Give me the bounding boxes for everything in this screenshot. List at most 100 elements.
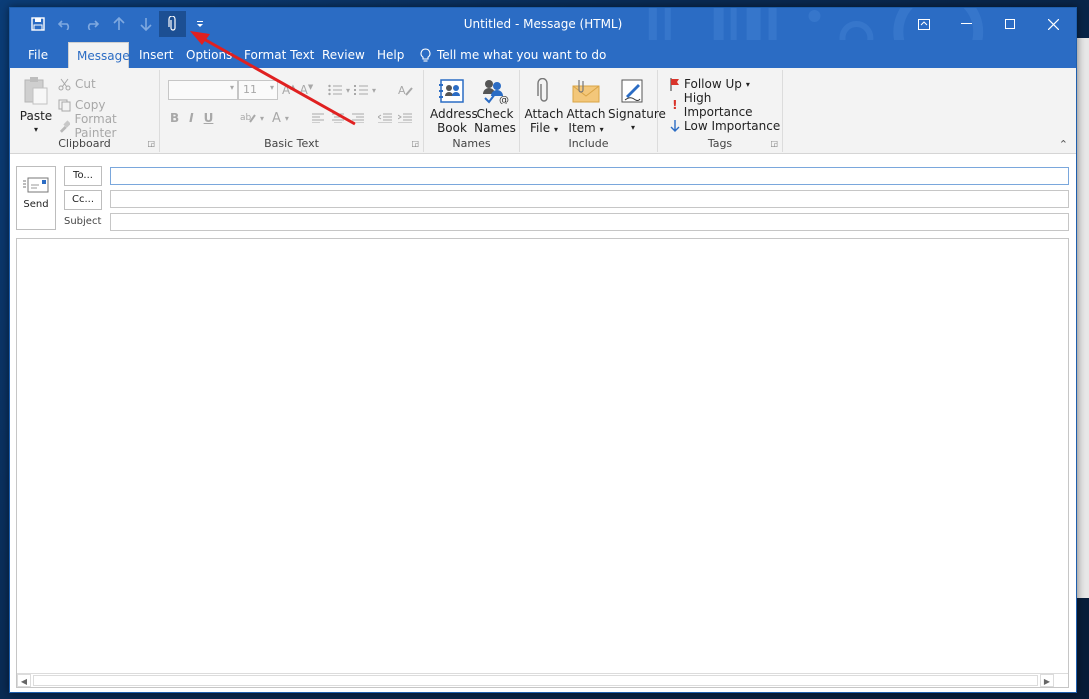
- tab-help[interactable]: Help: [369, 42, 412, 68]
- ribbon-tabs: File Message Insert Options Format Text …: [10, 40, 1076, 68]
- cc-input[interactable]: [111, 191, 1068, 207]
- indent-buttons: [378, 108, 412, 128]
- to-input[interactable]: [111, 168, 1068, 184]
- check-names-icon: @: [483, 80, 509, 104]
- attach-file-label-2: File: [530, 121, 551, 135]
- high-importance-button[interactable]: ! High Importance: [670, 91, 782, 119]
- up-arrow-icon[interactable]: [105, 11, 132, 37]
- ribbon-display-options-icon[interactable]: [902, 8, 945, 40]
- scrollbar-track[interactable]: [33, 675, 1038, 686]
- message-body[interactable]: ◀ ▶: [16, 238, 1069, 688]
- low-importance-label: Low Importance: [684, 119, 781, 133]
- exclamation-icon: !: [672, 98, 678, 112]
- font-color-icon: A: [272, 110, 281, 126]
- outlook-message-window: Untitled - Message (HTML) File Message I…: [9, 7, 1077, 693]
- minimize-icon[interactable]: [945, 8, 988, 40]
- down-arrow-icon[interactable]: [132, 11, 159, 37]
- clipboard-group-label: Clipboard: [58, 137, 111, 150]
- tab-options[interactable]: Options: [178, 42, 240, 68]
- decrease-indent-icon[interactable]: [378, 113, 392, 123]
- scroll-left-icon[interactable]: ◀: [17, 674, 31, 687]
- paste-label: Paste: [19, 109, 53, 123]
- basic-text-dialog-launcher-icon[interactable]: ◲: [411, 139, 419, 148]
- attach-file-button[interactable]: Attach File ▾: [524, 78, 564, 137]
- attach-file-label-1: Attach: [524, 107, 564, 121]
- font-name-caret: ▾: [229, 83, 234, 92]
- underline-button[interactable]: U: [204, 111, 214, 125]
- tab-review[interactable]: Review: [314, 42, 373, 68]
- basic-text-group-label: Basic Text: [264, 137, 319, 150]
- paste-icon: [24, 77, 48, 105]
- subject-input[interactable]: [111, 214, 1068, 230]
- lightbulb-icon: [420, 47, 431, 62]
- customize-icon[interactable]: [186, 11, 213, 37]
- font-size-box[interactable]: 11 ▾: [238, 80, 278, 100]
- cc-field[interactable]: [110, 190, 1069, 208]
- signature-button[interactable]: Signature ▾: [608, 78, 666, 135]
- highlighter-icon: ab: [240, 113, 256, 123]
- names-group: Address Book @ Check Names Names: [424, 70, 520, 152]
- cc-button[interactable]: Cc...: [64, 190, 102, 210]
- align-center-icon[interactable]: [332, 113, 344, 123]
- highlight-button[interactable]: ab ▾: [240, 108, 264, 128]
- background-window-edge: [1077, 38, 1089, 598]
- clear-formatting-icon[interactable]: A: [398, 80, 414, 100]
- align-left-icon[interactable]: [312, 113, 324, 123]
- attach-item-button[interactable]: Attach Item ▾: [564, 78, 608, 137]
- follow-up-label: Follow Up: [684, 77, 742, 91]
- save-icon[interactable]: [24, 11, 51, 37]
- svg-text:@: @: [499, 95, 509, 104]
- quick-access-toolbar: [24, 8, 213, 40]
- tell-me-box[interactable]: Tell me what you want to do: [420, 42, 606, 68]
- tags-dialog-launcher-icon[interactable]: ◲: [770, 139, 778, 148]
- collapse-ribbon-icon[interactable]: ⌃: [1059, 138, 1068, 151]
- font-size-value: 11: [243, 83, 257, 96]
- maximize-icon[interactable]: [988, 8, 1031, 40]
- redo-icon[interactable]: [78, 11, 105, 37]
- alignment-buttons: [312, 108, 364, 128]
- shrink-font-icon: A▼: [299, 83, 314, 97]
- clipboard-group: Paste ▾ Cut Copy Format Painter Clipboar…: [10, 70, 160, 152]
- numbering-icon: [354, 85, 369, 95]
- check-names-button[interactable]: @ Check Names: [474, 78, 516, 135]
- clipboard-dialog-launcher-icon[interactable]: ◲: [147, 139, 155, 148]
- copy-icon: [58, 99, 71, 111]
- subject-field[interactable]: [110, 213, 1069, 231]
- basic-text-group: ▾ 11 ▾ A▲ A▼ ▾ ▾ A B I U ab ▾ A ▾ Basic …: [160, 70, 424, 152]
- address-book-button[interactable]: Address Book: [430, 78, 478, 135]
- low-importance-button[interactable]: Low Importance: [670, 116, 780, 136]
- bold-button[interactable]: B: [170, 111, 179, 125]
- check-names-label-2: Names: [474, 121, 516, 135]
- font-name-box[interactable]: ▾: [168, 80, 238, 100]
- tab-message[interactable]: Message: [68, 42, 130, 68]
- align-right-icon[interactable]: [352, 113, 364, 123]
- italic-button[interactable]: I: [189, 111, 193, 125]
- to-button[interactable]: To...: [64, 166, 102, 186]
- horizontal-scrollbar[interactable]: ◀ ▶: [17, 673, 1068, 687]
- to-field[interactable]: [110, 167, 1069, 185]
- font-color-button[interactable]: A ▾: [272, 108, 289, 128]
- cut-button[interactable]: Cut: [58, 74, 96, 94]
- scroll-right-icon[interactable]: ▶: [1040, 674, 1054, 687]
- send-button[interactable]: Send: [16, 166, 56, 230]
- include-group: Attach File ▾ Attach Item ▾ Signature ▾ …: [520, 70, 666, 152]
- format-painter-button[interactable]: Format Painter: [58, 112, 159, 140]
- attach-icon[interactable]: [159, 11, 186, 37]
- signature-label: Signature: [608, 107, 666, 121]
- address-book-label-2: Book: [437, 121, 467, 135]
- undo-icon[interactable]: [51, 11, 78, 37]
- tab-format-text[interactable]: Format Text: [236, 42, 322, 68]
- font-size-caret: ▾: [269, 83, 274, 92]
- grow-shrink-font-buttons[interactable]: A▲ A▼: [282, 80, 313, 100]
- list-buttons[interactable]: ▾ ▾: [328, 80, 376, 100]
- include-group-label: Include: [568, 137, 609, 150]
- close-icon[interactable]: [1031, 8, 1076, 40]
- title-bar: Untitled - Message (HTML): [10, 8, 1076, 40]
- paste-button[interactable]: Paste ▾: [18, 76, 54, 137]
- increase-indent-icon[interactable]: [398, 113, 412, 123]
- tab-insert[interactable]: Insert: [131, 42, 181, 68]
- high-importance-label: High Importance: [683, 91, 753, 119]
- attach-item-label-1: Attach: [566, 107, 606, 121]
- send-label: Send: [23, 199, 49, 210]
- tab-file[interactable]: File: [20, 42, 56, 68]
